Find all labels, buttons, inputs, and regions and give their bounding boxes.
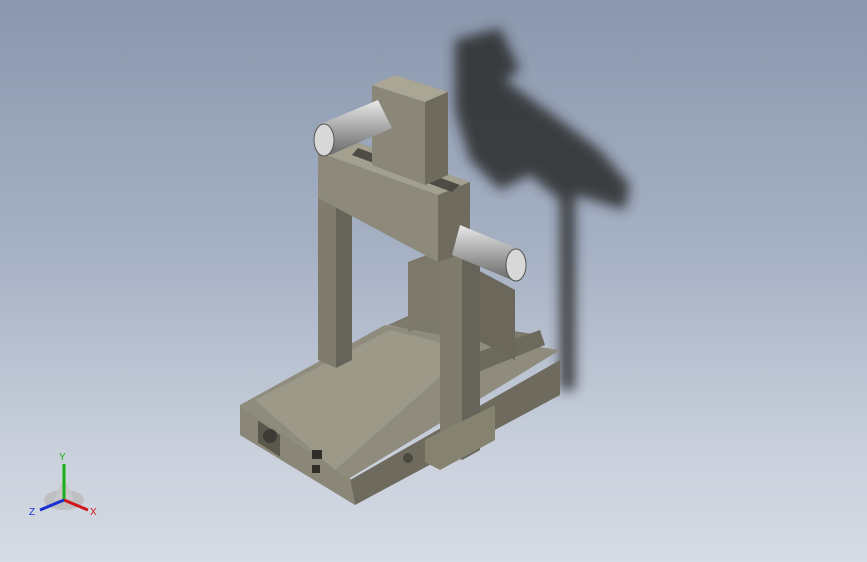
triad-z-label: Z: [29, 507, 35, 518]
triad-y-label: Y: [59, 452, 66, 463]
triad-x-label: X: [90, 507, 97, 518]
coordinate-triad: Y X Z: [29, 452, 97, 518]
cad-viewport[interactable]: Y X Z: [0, 0, 867, 562]
